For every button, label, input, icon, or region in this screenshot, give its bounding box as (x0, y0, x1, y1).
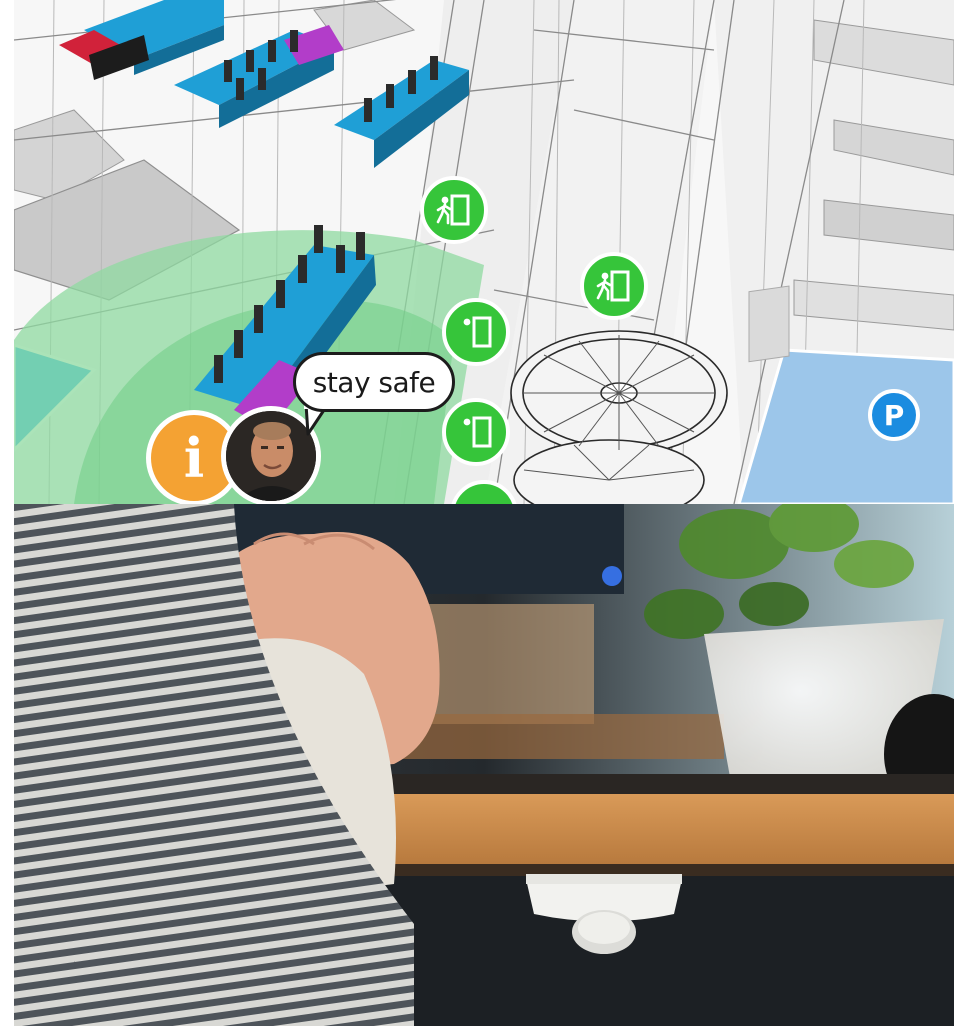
emergency-exit-icon[interactable] (442, 398, 510, 466)
speech-bubble: stay safe (293, 352, 455, 412)
office-floor-map[interactable]: P i stay safe (14, 0, 954, 504)
parking-label: P (883, 398, 905, 432)
exit-door-glyph (463, 416, 492, 448)
info-icon: i (183, 426, 205, 490)
speech-bubble-text: stay safe (312, 365, 436, 399)
exit-door-glyph (436, 194, 470, 226)
exit-door-glyph (596, 270, 630, 302)
exit-door-glyph (463, 316, 492, 348)
emergency-exit-icon[interactable] (442, 298, 510, 366)
parking-icon[interactable]: P (868, 389, 920, 441)
emergency-exit-icon[interactable] (420, 176, 488, 244)
emergency-exit-icon[interactable] (580, 252, 648, 320)
desk-photo-illustration (14, 504, 954, 1026)
desk-sensor-photo (14, 504, 954, 1026)
